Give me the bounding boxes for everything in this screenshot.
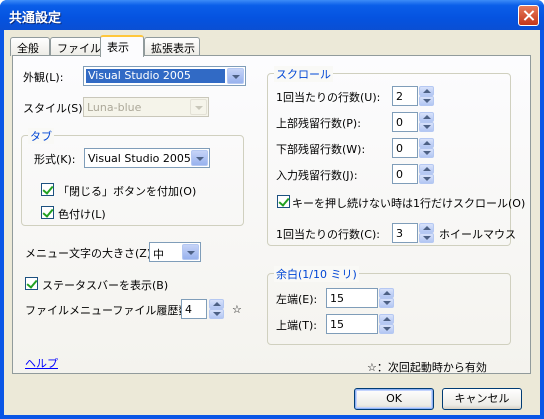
cancel-button[interactable]: キャンセル	[442, 388, 522, 410]
chevron-down-icon	[190, 99, 207, 115]
appearance-value: Visual Studio 2005	[86, 69, 225, 83]
tab-group-title: タブ	[28, 128, 54, 144]
top-lines-input[interactable]: 0	[392, 112, 418, 132]
margin-left-label: 左端(E):	[276, 293, 318, 306]
tab-format-value: Visual Studio 2005	[88, 152, 191, 165]
tab-format-label: 形式(K):	[34, 153, 76, 166]
scroll-lines-spinner[interactable]	[419, 86, 434, 106]
margin-top-label: 上端(T):	[276, 319, 318, 332]
spin-up-icon[interactable]	[419, 164, 434, 174]
spin-up-icon[interactable]	[419, 223, 434, 233]
margin-left-input[interactable]: 15	[326, 288, 378, 308]
appearance-select[interactable]: Visual Studio 2005	[83, 66, 246, 86]
key-scroll-label[interactable]: キーを押し続けない時は1行だけスクロール(O)	[292, 195, 525, 211]
scroll-group-title: スクロール	[274, 66, 333, 82]
scroll-lines-input[interactable]: 2	[392, 86, 418, 106]
file-history-value: 4	[185, 303, 192, 316]
spin-up-icon[interactable]	[209, 299, 224, 309]
dialog-window: 共通設定 全般 ファイル 表示 拡張表示 外観(L): Visual Studi…	[0, 0, 544, 419]
spin-up-icon[interactable]	[419, 138, 434, 148]
tab-settings-group: タブ 形式(K): Visual Studio 2005 「閉じる」ボタンを付加…	[21, 128, 244, 226]
bottom-lines-label: 下部残留行数(W):	[276, 143, 366, 156]
scroll-lines-label: 1回当たりの行数(U):	[276, 91, 381, 104]
tab-display[interactable]: 表示	[100, 35, 144, 57]
chevron-down-icon[interactable]	[182, 244, 199, 260]
spin-down-icon[interactable]	[419, 148, 434, 158]
window-title: 共通設定	[9, 11, 62, 26]
style-label: スタイル(S):	[23, 102, 87, 115]
input-lines-label: 入力残留行数(J):	[276, 169, 358, 182]
statusbar-label[interactable]: ステータスバーを表示(B)	[42, 277, 168, 293]
spin-down-icon[interactable]	[419, 233, 434, 243]
help-link[interactable]: ヘルプ	[25, 355, 58, 371]
spin-down-icon[interactable]	[419, 96, 434, 106]
spin-down-icon[interactable]	[419, 122, 434, 132]
appearance-label: 外観(L):	[23, 71, 64, 84]
wheel-lines-input[interactable]: 3	[392, 223, 418, 243]
chevron-down-icon[interactable]	[191, 150, 208, 166]
bottom-lines-spinner[interactable]	[419, 138, 434, 158]
margin-top-input[interactable]: 15	[326, 314, 378, 334]
tab-panel-display: 外観(L): Visual Studio 2005 スタイル(S): Luna-…	[12, 55, 531, 374]
spin-down-icon[interactable]	[379, 298, 394, 308]
restart-footnote: ☆：次回起動時から有効	[367, 361, 487, 374]
menu-font-value: 中	[153, 248, 164, 261]
key-scroll-checkbox[interactable]	[277, 195, 290, 208]
title-bar[interactable]: 共通設定	[0, 0, 544, 30]
close-button-checkbox[interactable]	[41, 183, 54, 196]
wheel-mouse-label: ホイールマウス	[439, 228, 516, 241]
scroll-group: スクロール 1回当たりの行数(U): 2 上部残留行数(P): 0 下部残留行数…	[267, 66, 525, 246]
margin-left-spinner[interactable]	[379, 288, 394, 308]
tab-file[interactable]: ファイル	[50, 37, 102, 56]
top-lines-value: 0	[396, 116, 403, 129]
colorize-checkbox[interactable]	[41, 206, 54, 219]
bottom-lines-input[interactable]: 0	[392, 138, 418, 158]
style-value: Luna-blue	[87, 101, 142, 114]
input-lines-input[interactable]: 0	[392, 164, 418, 184]
scroll-lines-value: 2	[396, 90, 403, 103]
spin-down-icon[interactable]	[209, 309, 224, 319]
chevron-down-icon[interactable]	[227, 68, 244, 84]
tab-general[interactable]: 全般	[10, 37, 50, 56]
top-lines-label: 上部残留行数(P):	[276, 117, 361, 130]
star-icon: ☆	[232, 303, 242, 316]
spin-up-icon[interactable]	[419, 112, 434, 122]
margin-top-spinner[interactable]	[379, 314, 394, 334]
margin-top-value: 15	[330, 318, 344, 331]
wheel-lines-spinner[interactable]	[419, 223, 434, 243]
top-lines-spinner[interactable]	[419, 112, 434, 132]
bottom-lines-value: 0	[396, 142, 403, 155]
tab-extended-display[interactable]: 拡張表示	[144, 37, 200, 56]
colorize-label[interactable]: 色付け(L)	[58, 206, 106, 222]
ok-button[interactable]: OK	[354, 388, 434, 410]
file-history-input[interactable]: 4	[181, 299, 207, 319]
input-lines-spinner[interactable]	[419, 164, 434, 184]
margin-group-title: 余白(1/10 ミリ)	[274, 266, 359, 282]
menu-font-select[interactable]: 中	[149, 242, 201, 262]
wheel-lines-value: 3	[396, 227, 403, 240]
close-button-label[interactable]: 「閉じる」ボタンを付加(O)	[58, 183, 196, 199]
input-lines-value: 0	[396, 168, 403, 181]
dialog-client: 全般 ファイル 表示 拡張表示 外観(L): Visual Studio 200…	[4, 30, 540, 415]
margin-group: 余白(1/10 ミリ) 左端(E): 15 上端(T): 15	[267, 266, 511, 345]
spin-down-icon[interactable]	[419, 174, 434, 184]
menu-font-label: メニュー文字の大きさ(Z):	[25, 247, 155, 260]
spin-up-icon[interactable]	[379, 288, 394, 298]
spin-up-icon[interactable]	[379, 314, 394, 324]
close-icon[interactable]	[518, 5, 539, 26]
statusbar-checkbox[interactable]	[25, 277, 38, 290]
style-select: Luna-blue	[83, 97, 209, 117]
margin-left-value: 15	[330, 292, 344, 305]
file-history-label: ファイルメニューファイル履歴数(I):	[25, 304, 205, 317]
spin-up-icon[interactable]	[419, 86, 434, 96]
file-history-spinner[interactable]	[209, 299, 224, 319]
spin-down-icon[interactable]	[379, 324, 394, 334]
tab-format-select[interactable]: Visual Studio 2005	[84, 148, 210, 168]
wheel-lines-label: 1回当たりの行数(C):	[276, 228, 380, 241]
